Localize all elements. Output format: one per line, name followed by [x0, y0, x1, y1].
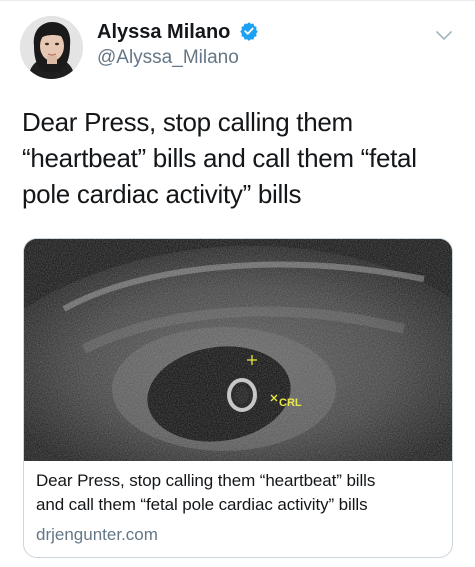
verified-badge-icon [240, 22, 258, 41]
avatar[interactable] [20, 16, 83, 79]
user-handle[interactable]: @Alyssa_Milano [97, 46, 259, 70]
card-body: Dear Press, stop calling them “heartbeat… [36, 469, 446, 547]
card-title-line: and call them “fetal pole cardiac activi… [36, 495, 368, 514]
tweet-text-line: pole cardiac activity” bills [22, 179, 302, 209]
card-domain: drjengunter.com [36, 525, 158, 544]
avatar-photo-icon [20, 16, 83, 79]
top-divider [0, 0, 475, 1]
chevron-down-icon[interactable] [433, 26, 455, 44]
ultrasound-image: CRL [24, 239, 452, 461]
tweet-text: Dear Press, stop calling them “heartbeat… [22, 104, 462, 212]
measure-label: CRL [279, 397, 302, 409]
tweet-text-line: “heartbeat” bills and call them “fetal [22, 143, 417, 173]
display-name[interactable]: Alyssa Milano [97, 20, 230, 44]
tweet-header: Alyssa Milano @Alyssa_Milano [20, 16, 455, 82]
card-title: Dear Press, stop calling them “heartbeat… [36, 469, 446, 517]
card-image[interactable]: CRL [24, 239, 452, 461]
author-info: Alyssa Milano @Alyssa_Milano [97, 20, 259, 70]
card-title-line: Dear Press, stop calling them “heartbeat… [36, 471, 376, 490]
tweet-text-line: Dear Press, stop calling them [22, 107, 353, 137]
link-preview-card[interactable]: CRL Dear Press, stop calling them “heart… [23, 238, 453, 558]
